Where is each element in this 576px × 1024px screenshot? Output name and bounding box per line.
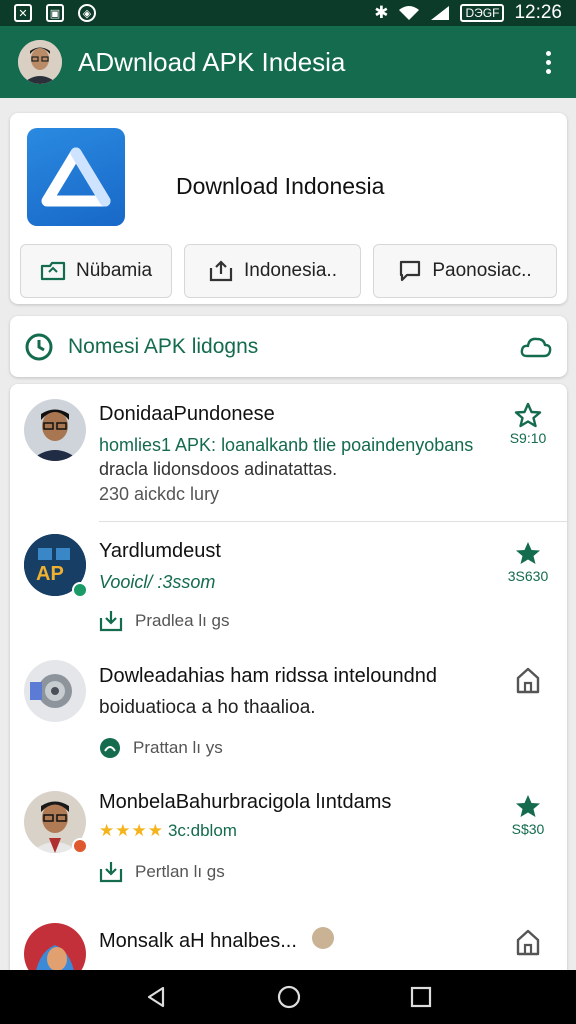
item-meta: Pradlea lı gs — [99, 610, 230, 632]
item-meta: Pertlan lı gs — [99, 861, 225, 883]
comment-icon — [400, 260, 421, 282]
item-title: Dowleadahias ham ridssa inteloundnd — [99, 665, 437, 687]
item-meta-text: Prattan lı ys — [133, 738, 223, 757]
star-outline-icon — [514, 402, 542, 428]
item-description-cont: dracla lidonsdoos adinatattas. — [99, 459, 338, 479]
wifi-icon — [399, 6, 420, 20]
comment-button[interactable]: Paonosiac.. — [373, 244, 557, 298]
back-icon[interactable] — [144, 985, 168, 1009]
item-title: DonidaaPundonese — [99, 403, 275, 425]
item-meta-text: Pertlan lı gs — [135, 862, 225, 881]
download-tray-icon — [99, 862, 123, 883]
rating-stars: ★★★★ — [99, 821, 164, 840]
app-name: Download Indonesia — [176, 173, 385, 199]
item-meta: Prattan lı ys — [99, 737, 223, 759]
emoji-face-icon — [312, 927, 334, 949]
bluetooth-icon: ✱ — [374, 3, 389, 22]
recents-icon[interactable] — [410, 986, 432, 1008]
verified-badge-icon — [72, 582, 88, 598]
folder-icon — [40, 261, 66, 281]
star-filled-icon — [516, 795, 540, 817]
item-meta-text: Pradlea lı gs — [135, 611, 230, 630]
cloud-icon[interactable] — [519, 334, 553, 360]
item-rating-value: S$30 — [511, 821, 545, 837]
item-rating[interactable]: S9:10 — [503, 402, 553, 446]
clock-icon — [25, 333, 53, 360]
item-rating[interactable]: 3S630 — [503, 540, 553, 584]
avatar — [24, 399, 86, 461]
item-rating-value: S9:10 — [509, 430, 547, 446]
section-title: Nomesi APK lidogns — [68, 334, 259, 358]
profile-avatar[interactable] — [18, 40, 62, 84]
app-header-card: Download Indonesia Nübamia Indonesia.. P… — [10, 113, 567, 304]
share-button[interactable]: Nübamia — [20, 244, 172, 298]
more-vert-icon — [545, 50, 551, 56]
item-install[interactable] — [503, 927, 553, 957]
item-install[interactable] — [503, 665, 553, 695]
status-badge-icon — [72, 838, 88, 854]
app-store-icon — [100, 738, 120, 758]
status-system: ✱ DЭGF 12:26 — [374, 2, 562, 24]
triangle-logo-icon — [41, 147, 111, 207]
item-version: 3c:dblom — [167, 821, 237, 840]
install-house-icon — [516, 929, 540, 956]
install-icon — [209, 260, 233, 282]
item-version: Vooicl/ :3ssom — [99, 572, 216, 592]
section-header[interactable]: Nomesi APK lidogns — [10, 316, 567, 377]
item-rating-value: 3S630 — [507, 568, 549, 584]
install-button[interactable]: Indonesia.. — [184, 244, 361, 298]
shield-notification-icon: ◈ — [78, 4, 96, 22]
svg-text:AP: AP — [36, 563, 64, 585]
app-list: DonidaaPundonese homlies1 APK: loanalkan… — [10, 384, 567, 984]
install-house-icon — [516, 667, 540, 694]
overflow-menu-button[interactable] — [536, 42, 560, 82]
status-bar: ✕ ▣ ◈ ✱ DЭGF 12:26 — [0, 0, 576, 26]
list-item[interactable]: DonidaaPundonese homlies1 APK: loanalkan… — [10, 384, 567, 522]
item-stars: ★★★★ 3c:dblom — [99, 821, 237, 841]
image-notification-icon: ✕ — [14, 4, 32, 22]
clock: 12:26 — [514, 2, 562, 23]
app-bar: ADwnload APK Indesia — [0, 26, 576, 98]
comment-button-label: Paonosiac.. — [432, 260, 532, 281]
signal-icon — [431, 6, 450, 20]
item-title: Yardlumdeust — [99, 540, 221, 562]
star-filled-icon — [516, 542, 540, 564]
list-item[interactable]: MonbelaBahurbracigola lıntdams ★★★★ 3c:d… — [10, 775, 567, 901]
item-description: homlies1 APK: loanalkanb tlie poaindenyo… — [99, 435, 474, 455]
battery-indicator: DЭGF — [460, 4, 505, 22]
system-nav-bar — [0, 970, 576, 1024]
app-title: ADwnload APK Indesia — [78, 46, 346, 77]
item-title: MonbelaBahurbracigola lıntdams — [99, 791, 392, 813]
install-button-label: Indonesia.. — [244, 260, 337, 281]
app-icon-avatar — [24, 660, 86, 722]
list-item[interactable]: AP Yardlumdeust Vooicl/ :3ssom Pradlea l… — [10, 522, 567, 647]
action-row: Nübamia Indonesia.. Paonosiac.. — [20, 244, 557, 298]
item-title: Monsalk aH hnalbes... — [99, 930, 297, 952]
app-logo — [27, 128, 125, 226]
sim-notification-icon: ▣ — [46, 4, 64, 22]
status-notifications: ✕ ▣ ◈ — [14, 4, 96, 22]
download-tray-icon — [99, 611, 123, 632]
item-rating[interactable]: S$30 — [503, 793, 553, 837]
home-icon[interactable] — [276, 984, 302, 1010]
share-button-label: Nübamia — [75, 260, 153, 281]
list-item[interactable]: Dowleadahias ham ridssa inteloundnd boid… — [10, 647, 567, 775]
item-downloads: 230 aickdc lury — [99, 484, 220, 504]
item-description: boiduatioca a ho thaalioa. — [99, 697, 316, 718]
